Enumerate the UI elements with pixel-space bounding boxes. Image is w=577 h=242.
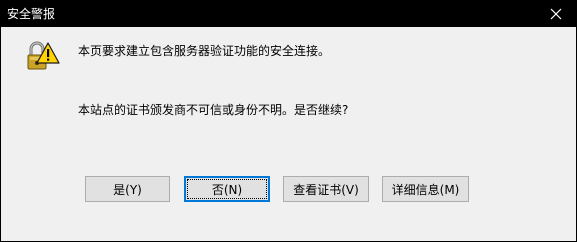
close-icon bbox=[550, 8, 562, 20]
close-button[interactable] bbox=[536, 1, 576, 27]
view-certificate-button[interactable]: 查看证书(V) bbox=[283, 176, 369, 202]
message-line-1: 本页要求建立包含服务器验证功能的安全连接。 bbox=[78, 44, 331, 58]
no-button[interactable]: 否(N) bbox=[184, 176, 270, 202]
lock-warning-icon bbox=[26, 39, 60, 73]
title-bar[interactable]: 安全警报 bbox=[1, 1, 576, 27]
yes-button[interactable]: 是(Y) bbox=[85, 176, 170, 202]
window-title: 安全警报 bbox=[7, 7, 56, 21]
more-info-button[interactable]: 详细信息(M) bbox=[382, 176, 469, 202]
message-line-2: 本站点的证书颁发商不可信或身份不明。是否继续? bbox=[78, 103, 349, 117]
security-alert-dialog: 安全警报 本页要求建立包含服务器验证功能的安全连接。 本站点的证书颁发商不可信或… bbox=[0, 0, 577, 242]
